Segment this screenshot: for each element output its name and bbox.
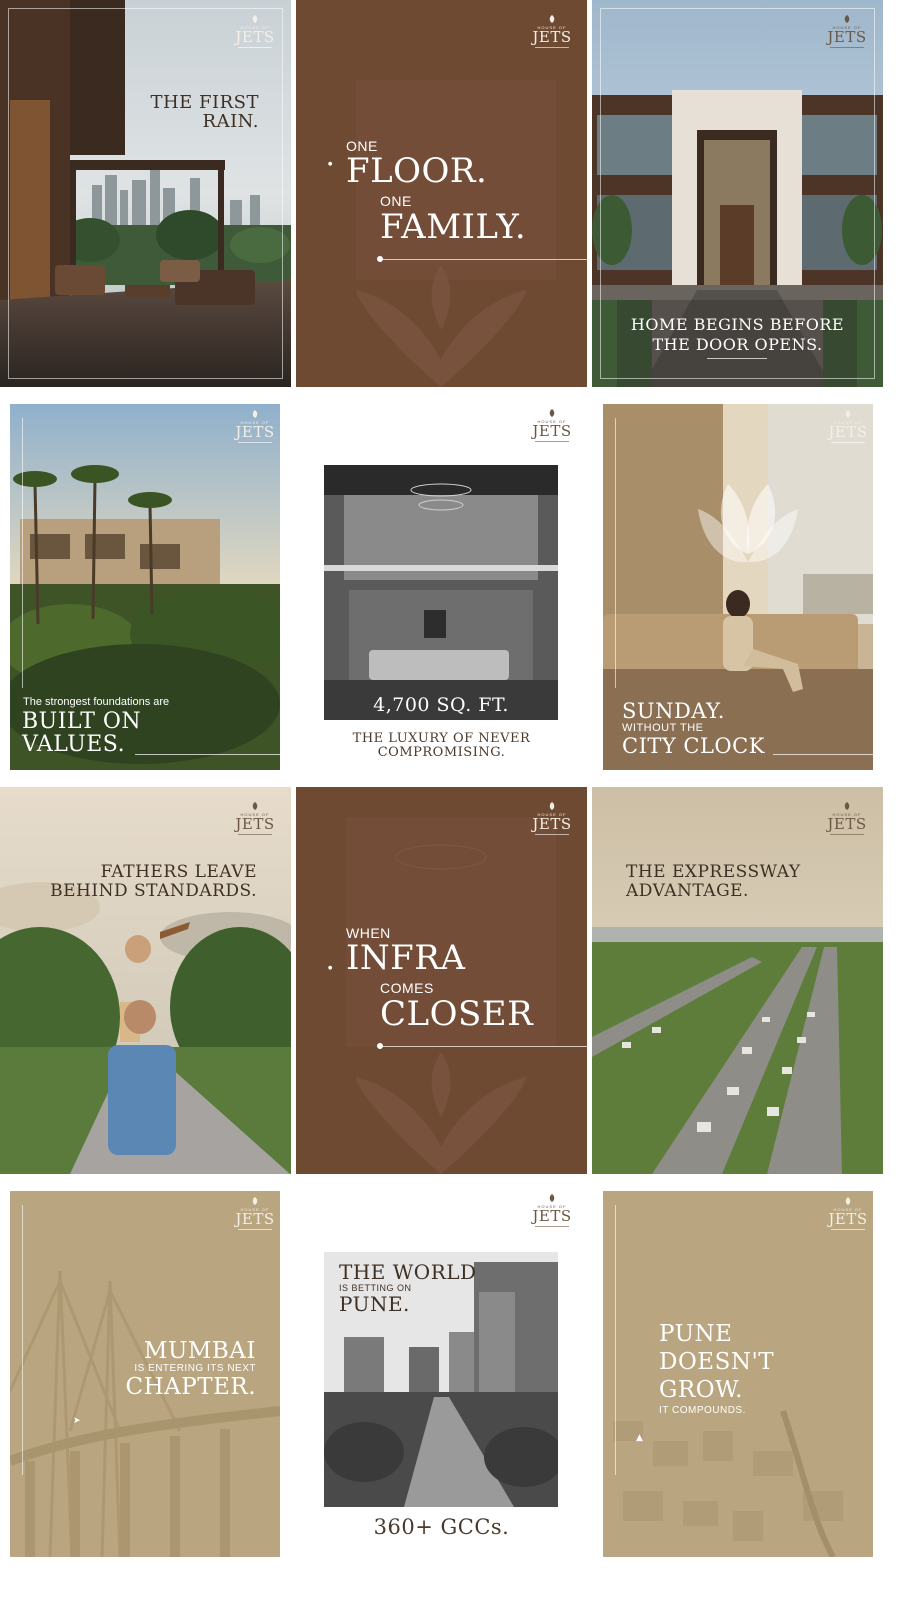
tile-sunday[interactable]: HOUSE OF JETS SUNDAY. WITHOUT THE CITY C… <box>603 404 873 770</box>
brand-logo: HOUSE OF JETS <box>529 801 575 835</box>
headline: MUMBAI IS ENTERING ITS NEXT CHAPTER. <box>126 1339 257 1399</box>
word-floor: FLOOR. <box>346 151 488 191</box>
balcony-photo <box>0 0 291 387</box>
watermark-leaf <box>296 787 587 1174</box>
headline-line-1: HOME BEGINS BEFORE <box>630 315 845 334</box>
caption: THE LUXURY OF NEVER COMPROMISING. <box>296 732 587 760</box>
caption: 360+ GCCs. <box>373 1515 510 1539</box>
headline-line-2: BEHIND STANDARDS. <box>50 881 257 901</box>
headline: THE EXPRESSWAY ADVANTAGE. <box>626 863 801 901</box>
headline-line-1: FATHERS LEAVE <box>100 862 257 882</box>
headline: THE WORLD IS BETTING ON PUNE. <box>339 1262 477 1315</box>
arrow-icon: ➤ <box>73 1416 81 1426</box>
tile-world-pune[interactable]: HOUSE OF JETS THE WORLD IS BETTING ON PU… <box>296 1179 587 1566</box>
tile-pune-compounds[interactable]: HOUSE OF JETS PUNE DOESN'T GROW. IT COMP… <box>603 1191 873 1557</box>
headline-line-2: ADVANTAGE. <box>626 881 749 901</box>
word-infra: INFRA <box>346 938 466 978</box>
headline-line-3: GROW. <box>659 1377 743 1403</box>
brand-logo: HOUSE OF JETS <box>232 801 278 835</box>
father-child-photo <box>0 787 291 1174</box>
headline-line-2: THE DOOR OPENS. <box>652 335 823 354</box>
tile-built-on-values[interactable]: HOUSE OF JETS The strongest foundations … <box>10 404 280 770</box>
headline: BUILT ON VALUES. <box>22 710 141 756</box>
brand-logo: HOUSE OF JETS <box>824 801 870 835</box>
watermark-leaf <box>296 0 587 387</box>
caption-line-2: COMPROMISING. <box>377 745 506 760</box>
headline: PUNE DOESN'T GROW. IT COMPOUNDS. <box>659 1320 774 1418</box>
pin-icon: ▲ <box>636 1433 643 1443</box>
brand-logo: HOUSE OF JETS <box>529 408 575 442</box>
headline-line-2: RAIN. <box>202 111 259 132</box>
expressway-photo <box>592 787 883 1174</box>
brand-logo: HOUSE OF JETS <box>232 1196 278 1230</box>
tile-expressway[interactable]: HOUSE OF JETS THE EXPRESSWAY ADVANTAGE. <box>592 787 883 1174</box>
headline: HOME BEGINS BEFORE THE DOOR OPENS. <box>592 315 883 355</box>
brand-logo: HOUSE OF JETS <box>529 1193 575 1227</box>
tile-home-begins[interactable]: HOUSE OF JETS HOME BEGINS BEFORE THE DOO… <box>592 0 883 387</box>
subhead: The strongest foundations are <box>23 696 170 708</box>
word-closer: CLOSER <box>380 994 534 1034</box>
headline-line-2: VALUES. <box>22 732 126 757</box>
headline-line-2: PUNE. <box>339 1292 410 1316</box>
headline-line-1: THE WORLD <box>339 1260 477 1284</box>
headline-line-1: THE FIRST <box>150 92 259 113</box>
brand-logo: HOUSE OF JETS <box>825 409 871 443</box>
subhead: IT COMPOUNDS. <box>659 1405 746 1416</box>
tile-infra[interactable]: HOUSE OF JETS WHEN ● INFRA COMES CLOSER <box>296 787 587 1174</box>
headline-line-1: BUILT ON <box>22 709 142 734</box>
tile-mumbai[interactable]: HOUSE OF JETS MUMBAI IS ENTERING ITS NEX… <box>10 1191 280 1557</box>
tile-one-floor[interactable]: HOUSE OF JETS ONE ● FLOOR. ONE FAMILY. <box>296 0 587 387</box>
brand-logo: HOUSE OF JETS <box>529 14 575 48</box>
headline: SUNDAY. WITHOUT THE CITY CLOCK <box>622 700 765 758</box>
brand-logo: HOUSE OF JETS <box>232 14 278 48</box>
headline-line-1: SUNDAY. <box>622 699 725 723</box>
caption-line-1: THE LUXURY OF NEVER <box>352 731 531 746</box>
brand-logo: HOUSE OF JETS <box>232 409 278 443</box>
word-family: FAMILY. <box>380 207 527 247</box>
headline: THE FIRST RAIN. <box>150 93 259 131</box>
headline-line-1: MUMBAI <box>143 1338 256 1364</box>
area-figure: 4,700 SQ. FT. <box>373 694 509 716</box>
headline-line-1: PUNE <box>659 1321 733 1347</box>
tile-fathers[interactable]: HOUSE OF JETS FATHERS LEAVE BEHIND STAND… <box>0 787 291 1174</box>
subhead: WITHOUT THE <box>622 722 704 734</box>
headline-line-1: THE EXPRESSWAY <box>626 862 801 882</box>
headline-line-2: CITY CLOCK <box>622 734 765 758</box>
brand-logo: HOUSE OF JETS <box>824 14 870 48</box>
headline-line-2: DOESN'T <box>659 1349 775 1375</box>
brand-logo: HOUSE OF JETS <box>825 1196 871 1230</box>
brand-name: JETS <box>235 28 275 46</box>
headline: FATHERS LEAVE BEHIND STANDARDS. <box>50 863 257 901</box>
tile-sq-ft[interactable]: HOUSE OF JETS 4,700 SQ. FT. THE LUXURY O… <box>296 396 587 783</box>
tile-first-rain[interactable]: HOUSE OF JETS THE FIRST RAIN. <box>0 0 291 387</box>
headline-line-2: CHAPTER. <box>125 1374 256 1400</box>
living-room-photo <box>324 465 558 720</box>
